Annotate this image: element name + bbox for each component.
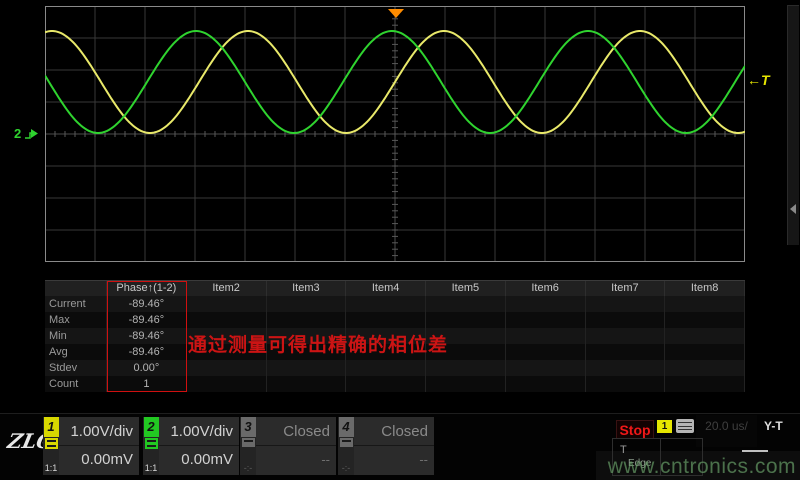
channel-3-offset: -- <box>256 446 336 474</box>
channel-2-probe-ratio: 1:1 <box>145 463 158 473</box>
channel-1-offset: 0.00mV <box>59 446 139 474</box>
table-row-current: Current -89.46° <box>45 296 745 312</box>
measurement-table-header: Phase↑(1-2) Item2 Item3 Item4 Item5 Item… <box>45 281 745 296</box>
row-value: -89.46° <box>107 328 187 344</box>
channel-1-vdiv: 1.00V/div <box>59 417 139 446</box>
channel-2-badge: 2 <box>144 417 159 437</box>
ch2-ground-marker[interactable]: 2 <box>14 126 39 141</box>
channel-2-offset: 0.00mV <box>159 446 239 474</box>
header-item6[interactable]: Item6 <box>506 281 586 296</box>
row-label: Stdev <box>45 360 107 376</box>
right-scrollbar[interactable] <box>787 5 799 245</box>
waveform-display <box>45 6 745 262</box>
trigger-source-badge[interactable]: 1 <box>657 420 672 433</box>
header-item7[interactable]: Item7 <box>586 281 666 296</box>
channel-1-badge: 1 <box>44 417 59 437</box>
row-value: -89.46° <box>107 296 187 312</box>
row-label: Count <box>45 376 107 392</box>
phase-annotation-text: 通过测量可得出精确的相位差 <box>188 330 448 357</box>
channel-3-probe-ratio: -:- <box>244 463 253 473</box>
channel-2-vdiv: 1.00V/div <box>159 417 239 446</box>
channel-1-box[interactable]: 1 1:1 1.00V/div 0.00mV <box>43 417 139 475</box>
channel-3-vdiv: Closed <box>256 417 336 446</box>
measurement-table: Phase↑(1-2) Item2 Item3 Item4 Item5 Item… <box>45 280 745 392</box>
divider-dash <box>742 450 768 452</box>
channel-1-probe-ratio: 1:1 <box>45 463 58 473</box>
trigger-level-label: T <box>761 72 770 88</box>
graticule-svg <box>45 6 745 262</box>
row-value: 0.00° <box>107 360 187 376</box>
row-label: Min <box>45 328 107 344</box>
row-label: Max <box>45 312 107 328</box>
header-item4[interactable]: Item4 <box>346 281 426 296</box>
table-row-count: Count 1 <box>45 376 745 392</box>
channel-4-probe-ratio: -:- <box>342 463 351 473</box>
oscilloscope-screen: 2 ←T Phase↑(1-2) Item2 Item3 Item4 Item5… <box>0 0 800 480</box>
table-row-max: Max -89.46° <box>45 312 745 328</box>
trigger-level-marker[interactable]: ←T <box>747 72 770 88</box>
printer-icon[interactable] <box>676 419 694 433</box>
channel-1-coupling-icon <box>45 438 58 449</box>
row-label: Current <box>45 296 107 312</box>
header-item2[interactable]: Item2 <box>187 281 267 296</box>
channel-4-offset: -- <box>354 446 434 474</box>
channel-2-box[interactable]: 2 1:1 1.00V/div 0.00mV <box>143 417 239 475</box>
run-stop-button[interactable]: Stop <box>616 420 654 439</box>
channel-3-box[interactable]: 3 -:- Closed -- <box>240 417 336 475</box>
header-phase[interactable]: Phase↑(1-2) <box>107 281 187 296</box>
display-mode-label[interactable]: Y-T <box>764 419 783 433</box>
row-label: Avg <box>45 344 107 360</box>
timebase-value: 20.0 us/ <box>696 415 757 437</box>
channel-2-coupling-icon <box>145 438 158 449</box>
header-item3[interactable]: Item3 <box>267 281 347 296</box>
row-value: -89.46° <box>107 344 187 360</box>
channel-4-vdiv: Closed <box>354 417 434 446</box>
header-item5[interactable]: Item5 <box>426 281 506 296</box>
row-value: 1 <box>107 376 187 392</box>
ch2-ground-label: 2 <box>14 126 21 141</box>
channel-3-badge: 3 <box>241 417 256 437</box>
channel-4-box[interactable]: 4 -:- Closed -- <box>338 417 434 475</box>
header-item8[interactable]: Item8 <box>665 281 745 296</box>
ground-arrow-icon <box>23 127 39 141</box>
status-bar: ZLG ® 1 1:1 1.00V/div 0.00mV 2 1:1 1.00V… <box>0 413 800 480</box>
channel-4-badge: 4 <box>339 417 354 437</box>
trigger-position-marker-icon[interactable] <box>388 9 404 18</box>
left-arrow-icon: ← <box>747 72 761 88</box>
channel-3-coupling-icon <box>242 438 255 447</box>
watermark: www.cntronics.com <box>608 455 796 479</box>
row-value: -89.46° <box>107 312 187 328</box>
scroll-left-arrow-icon[interactable] <box>790 204 796 214</box>
header-blank <box>45 281 107 296</box>
timebase-box[interactable]: 20.0 us/ <box>696 415 757 447</box>
table-row-stdev: Stdev 0.00° <box>45 360 745 376</box>
channel-4-coupling-icon <box>340 438 353 447</box>
